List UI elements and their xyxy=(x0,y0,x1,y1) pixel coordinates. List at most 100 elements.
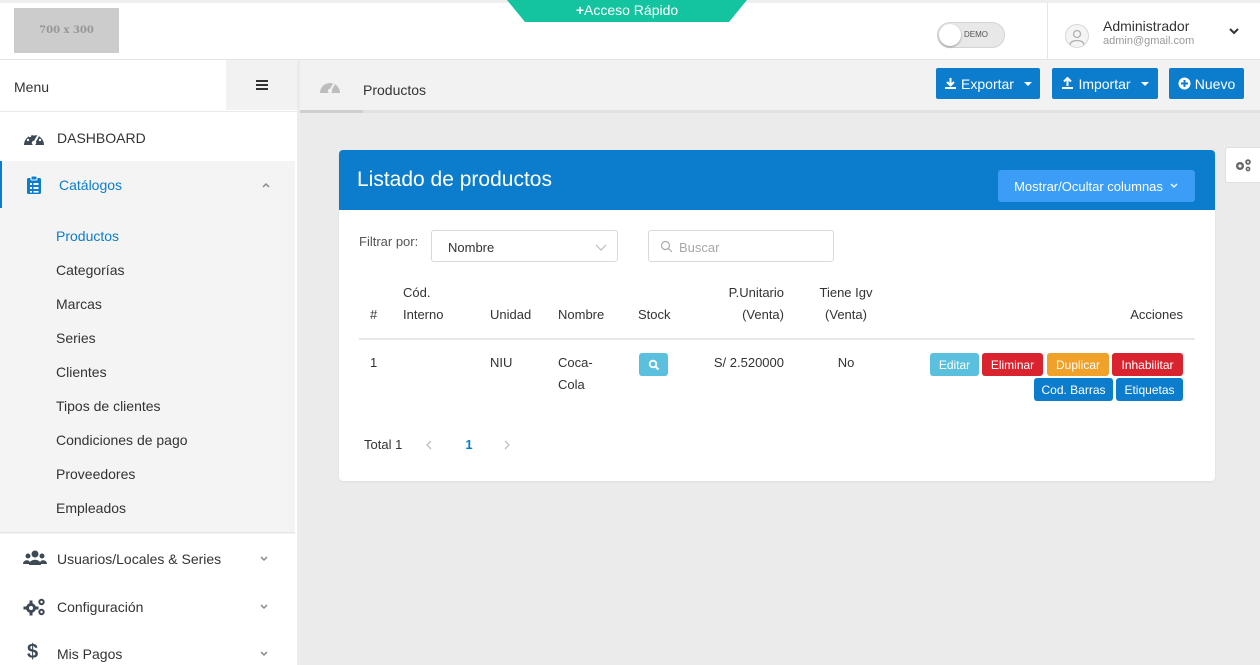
col-header-nombre: Nombre xyxy=(558,307,605,322)
sidebar-item-label: Configuración xyxy=(57,599,144,615)
chevron-down-icon xyxy=(595,244,607,251)
top-header: 700 x 300 +Acceso Rápido DEMO Administra… xyxy=(0,0,1260,62)
quick-access-label: +Acceso Rápido xyxy=(507,2,747,18)
chevron-down-icon xyxy=(1170,183,1178,188)
chevron-up-icon xyxy=(262,182,270,188)
search-icon xyxy=(648,359,659,370)
new-button[interactable]: Nuevo xyxy=(1169,68,1244,99)
sidebar-item-dashboard[interactable]: DASHBOARD xyxy=(0,114,295,162)
cogs-icon xyxy=(1236,159,1251,172)
subitem-series[interactable]: Series xyxy=(56,330,96,346)
settings-panel-button[interactable] xyxy=(1225,147,1260,183)
sidebar-item-catalogos[interactable]: Catálogos xyxy=(0,161,295,209)
card-header: Listado de productos Mostrar/Ocultar col… xyxy=(339,150,1215,210)
import-button[interactable]: Importar xyxy=(1052,68,1158,99)
subitem-proveedores[interactable]: Proveedores xyxy=(56,466,135,482)
pagination-next[interactable] xyxy=(497,433,517,457)
subitem-marcas[interactable]: Marcas xyxy=(56,296,102,312)
hamburger-icon xyxy=(255,80,268,90)
col-header-precio-1: P.Unitario xyxy=(728,285,784,300)
table-header-divider xyxy=(359,338,1195,340)
search-input[interactable] xyxy=(679,237,827,257)
cell-num: 1 xyxy=(370,355,378,370)
chevron-down-icon[interactable] xyxy=(1228,25,1240,37)
download-icon xyxy=(945,78,957,89)
sidebar-item-usuarios[interactable]: Usuarios/Locales & Series xyxy=(0,535,295,583)
sidebar-item-configuracion[interactable]: Configuración xyxy=(0,583,295,631)
delete-button[interactable]: Eliminar xyxy=(982,353,1043,376)
col-header-num: # xyxy=(370,307,378,322)
pagination-total: Total 1 xyxy=(364,437,403,452)
sidebar-item-label: Usuarios/Locales & Series xyxy=(57,551,222,567)
subitem-condiciones-de-pago[interactable]: Condiciones de pago xyxy=(56,432,188,448)
col-header-precio-2: (Venta) xyxy=(742,307,784,322)
sidebar: Menu DASHBOARD Catálogos Productos Categ… xyxy=(0,60,297,665)
chevron-left-icon xyxy=(426,440,432,450)
col-header-cod-interno-2: Interno xyxy=(403,307,444,322)
caret-down-icon xyxy=(1140,81,1149,86)
chevron-down-icon xyxy=(260,604,268,610)
col-header-unidad: Unidad xyxy=(490,307,532,322)
chevron-right-icon xyxy=(504,440,510,450)
menu-toggle-button[interactable] xyxy=(226,60,297,110)
barcode-button[interactable]: Cod. Barras xyxy=(1034,378,1113,401)
menu-label: Menu xyxy=(14,79,50,95)
pagination-prev[interactable] xyxy=(419,433,439,457)
edit-button[interactable]: Editar xyxy=(930,353,979,376)
chevron-down-icon xyxy=(260,556,268,562)
content-divider xyxy=(363,111,1260,113)
sidebar-divider xyxy=(0,532,295,533)
breadcrumb-underline xyxy=(300,110,363,113)
sidebar-item-label: Catálogos xyxy=(59,177,123,193)
user-menu[interactable]: Administrador admin@gmail.com xyxy=(1047,3,1260,62)
sidebar-item-label: DASHBOARD xyxy=(57,130,146,146)
subitem-tipos-de-clientes[interactable]: Tipos de clientes xyxy=(56,398,161,414)
caret-down-icon xyxy=(1023,81,1032,86)
filter-select-value: Nombre xyxy=(448,240,495,255)
col-header-acciones: Acciones xyxy=(1130,307,1183,322)
cell-igv: No xyxy=(837,355,855,370)
toggle-columns-button[interactable]: Mostrar/Ocultar columnas xyxy=(998,170,1195,202)
stock-search-button[interactable] xyxy=(639,353,668,376)
new-label: Nuevo xyxy=(1194,75,1236,92)
labels-button[interactable]: Etiquetas xyxy=(1116,378,1183,401)
subitem-clientes[interactable]: Clientes xyxy=(56,364,107,380)
dashboard-gauge-icon xyxy=(24,133,44,146)
filter-label: Filtrar por: xyxy=(359,234,419,249)
subitem-categorias[interactable]: Categorías xyxy=(56,262,124,278)
user-email: admin@gmail.com xyxy=(1103,35,1195,47)
quick-access-button[interactable]: +Acceso Rápido xyxy=(507,0,747,22)
plus-icon: + xyxy=(575,2,584,18)
col-header-igv-2: (Venta) xyxy=(825,307,867,322)
sidebar-item-label: Mis Pagos xyxy=(57,646,123,662)
toggle-columns-label: Mostrar/Ocultar columnas xyxy=(1014,178,1163,194)
disable-button[interactable]: Inhabilitar xyxy=(1112,353,1183,376)
pagination-page[interactable]: 1 xyxy=(459,437,479,452)
gears-icon xyxy=(23,598,45,616)
quick-access-text: Acceso Rápido xyxy=(584,2,679,18)
filter-select[interactable]: Nombre xyxy=(431,230,618,262)
user-icon xyxy=(1069,29,1085,46)
cell-precio: S/ 2.520000 xyxy=(713,355,784,370)
export-label: Exportar xyxy=(961,75,1014,92)
subitem-empleados[interactable]: Empleados xyxy=(56,500,126,516)
cell-nombre-2: Cola xyxy=(558,377,585,392)
duplicate-button[interactable]: Duplicar xyxy=(1047,353,1109,376)
demo-toggle[interactable]: DEMO xyxy=(937,22,1005,48)
cell-nombre-1: Coca- xyxy=(558,355,593,370)
col-header-cod-interno-1: Cód. xyxy=(403,285,431,300)
breadcrumb-current[interactable]: Productos xyxy=(363,82,426,98)
subitem-productos[interactable]: Productos xyxy=(56,228,119,244)
clipboard-icon xyxy=(27,175,41,194)
sidebar-item-mis-pagos[interactable]: $ Mis Pagos xyxy=(0,630,295,665)
chevron-down-icon xyxy=(260,651,268,657)
logo-placeholder[interactable]: 700 x 300 xyxy=(14,8,119,53)
export-button[interactable]: Exportar xyxy=(936,68,1040,99)
import-label: Importar xyxy=(1078,75,1131,92)
logo-text: 700 x 300 xyxy=(39,25,94,36)
avatar xyxy=(1065,24,1089,48)
search-box[interactable] xyxy=(648,230,834,262)
plus-circle-icon xyxy=(1178,77,1191,90)
menu-header: Menu xyxy=(0,60,297,112)
products-card: Listado de productos Mostrar/Ocultar col… xyxy=(339,150,1215,481)
